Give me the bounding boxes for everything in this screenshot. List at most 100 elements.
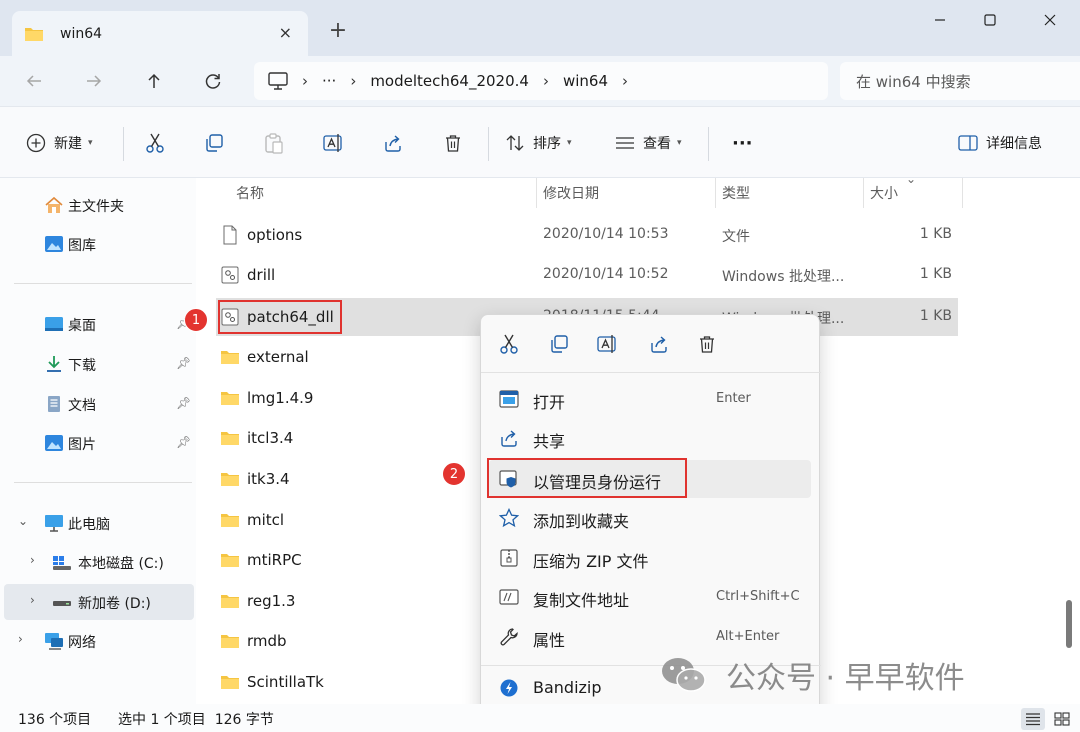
sidebar-divider (14, 283, 192, 284)
context-share-button[interactable] (647, 333, 671, 355)
address-bar[interactable]: › ··· › modeltech64_2020.4 › win64 › (254, 62, 828, 100)
drive-icon (53, 601, 71, 606)
toolbar-divider (488, 127, 489, 161)
context-cut-button[interactable] (497, 333, 521, 355)
context-rename-button[interactable] (596, 333, 620, 355)
menu-item-copy-path[interactable]: 复制文件地址 Ctrl+Shift+C (489, 578, 811, 616)
chevron-right-icon: › (302, 72, 308, 90)
back-button[interactable] (18, 66, 50, 96)
document-icon (48, 396, 60, 412)
sidebar-item-downloads[interactable]: 下载 📌︎ (0, 346, 196, 382)
sidebar-item-home[interactable]: 主文件夹 (0, 187, 196, 223)
menu-item-open[interactable]: 打开 Enter (489, 380, 811, 418)
sidebar-item-desktop[interactable]: 桌面 📌︎ (0, 306, 196, 342)
paste-button[interactable] (264, 129, 284, 157)
menu-item-add-favorites[interactable]: 添加到收藏夹 (489, 499, 811, 537)
highlight-box-file (218, 300, 342, 334)
chevron-right-icon[interactable]: › (30, 553, 35, 567)
scissors-icon (500, 334, 518, 354)
breadcrumb-modeltech[interactable]: modeltech64_2020.4 (370, 72, 529, 90)
column-divider[interactable] (863, 178, 864, 208)
menu-item-compress-zip[interactable]: 压缩为 ZIP 文件 (489, 539, 811, 577)
pin-icon[interactable]: 📌︎ (176, 435, 191, 449)
new-label: 新建 (54, 136, 82, 152)
desktop-icon (45, 317, 63, 331)
new-tab-button[interactable]: + (326, 17, 350, 45)
delete-button[interactable] (443, 129, 463, 157)
rename-button[interactable] (323, 129, 345, 157)
rename-icon (597, 335, 616, 353)
maximize-button[interactable] (970, 6, 1010, 34)
vertical-scrollbar[interactable] (1066, 600, 1072, 648)
column-header-size[interactable]: 大小 (870, 178, 898, 208)
folder-icon (25, 27, 43, 41)
sidebar-item-drive-c[interactable]: › 本地磁盘 (C:) (0, 544, 196, 580)
chevron-down-icon[interactable]: ⌄ (18, 514, 28, 528)
up-button[interactable] (138, 66, 170, 96)
chevron-down-icon: ▾ (567, 138, 572, 148)
cut-button[interactable] (145, 129, 165, 157)
column-header-name[interactable]: 名称 (236, 178, 264, 208)
breadcrumb-more[interactable]: ··· (322, 72, 336, 90)
menu-item-share[interactable]: 共享 (489, 419, 811, 457)
new-button[interactable]: 新建 ▾ (26, 129, 93, 157)
sidebar-item-this-pc[interactable]: ⌄ 此电脑 (0, 505, 196, 541)
view-button[interactable]: 查看 ▾ (615, 129, 682, 157)
maximize-icon (984, 14, 996, 26)
sidebar-label: 图库 (68, 238, 96, 254)
column-divider[interactable] (962, 178, 963, 208)
zip-icon (500, 549, 518, 567)
file-name: mitcl (247, 511, 285, 529)
breadcrumb-win64[interactable]: win64 (563, 72, 608, 90)
plus-circle-icon (26, 133, 46, 153)
computer-icon (45, 515, 63, 532)
menu-item-label: Bandizip (533, 678, 602, 697)
toolbar-divider (708, 127, 709, 161)
folder-icon (221, 676, 239, 689)
sidebar-item-pictures[interactable]: 图片 📌︎ (0, 425, 196, 461)
copy-button[interactable] (204, 129, 224, 157)
more-button[interactable]: ··· (732, 129, 753, 157)
column-divider[interactable] (536, 178, 537, 208)
share-button[interactable] (383, 129, 403, 157)
column-header-modified[interactable]: 修改日期 (543, 178, 599, 208)
details-button[interactable]: 详细信息 (958, 129, 1042, 157)
watermark: 公众号 · 早早软件 (660, 650, 965, 700)
refresh-button[interactable] (197, 66, 229, 96)
file-size: 1 KB (919, 226, 952, 242)
sort-button[interactable]: 排序 ▾ (505, 129, 572, 157)
tab-close-icon[interactable]: × (279, 23, 292, 42)
pin-icon[interactable]: 📌︎ (176, 396, 191, 410)
tiles-view-button[interactable] (1050, 708, 1074, 730)
minimize-button[interactable] (920, 6, 960, 34)
sidebar-label: 网络 (68, 635, 96, 651)
folder-icon (221, 635, 239, 648)
column-header-type[interactable]: 类型 (722, 178, 750, 208)
context-delete-button[interactable] (695, 333, 719, 355)
sidebar-item-documents[interactable]: 文档 📌︎ (0, 386, 196, 422)
table-row[interactable]: drill 2020/10/14 10:52 Windows 批处理... 1 … (216, 256, 958, 294)
context-copy-button[interactable] (547, 333, 571, 355)
chevron-right-icon[interactable]: › (18, 632, 23, 646)
sidebar-item-drive-d[interactable]: › 新加卷 (D:) (4, 584, 194, 620)
sidebar-label: 图片 (68, 437, 96, 453)
folder-icon (221, 595, 239, 608)
search-input[interactable]: 在 win64 中搜索 (840, 62, 1080, 100)
details-view-button[interactable] (1021, 708, 1045, 730)
chevron-right-icon[interactable]: › (30, 593, 35, 607)
tab-win64[interactable]: win64 × (12, 11, 308, 56)
file-type: 文件 (722, 229, 750, 245)
sidebar-item-network[interactable]: › 网络 (0, 623, 196, 659)
pin-icon[interactable]: 📌︎ (176, 356, 191, 370)
sidebar-item-gallery[interactable]: 图库 (0, 226, 196, 262)
sidebar-label: 本地磁盘 (C:) (78, 556, 164, 572)
forward-button[interactable] (78, 66, 110, 96)
command-bar: 新建 ▾ 排序 ▾ 查看 ▾ ··· 详细信息 (0, 106, 1080, 178)
table-row[interactable]: options 2020/10/14 10:53 文件 1 KB (216, 216, 958, 254)
close-button[interactable] (1030, 6, 1070, 34)
column-divider[interactable] (715, 178, 716, 208)
details-pane-icon (958, 135, 978, 151)
chevron-down-icon: ▾ (677, 138, 682, 148)
item-count: 136 个项目 (18, 712, 92, 728)
arrow-left-icon (26, 75, 41, 87)
